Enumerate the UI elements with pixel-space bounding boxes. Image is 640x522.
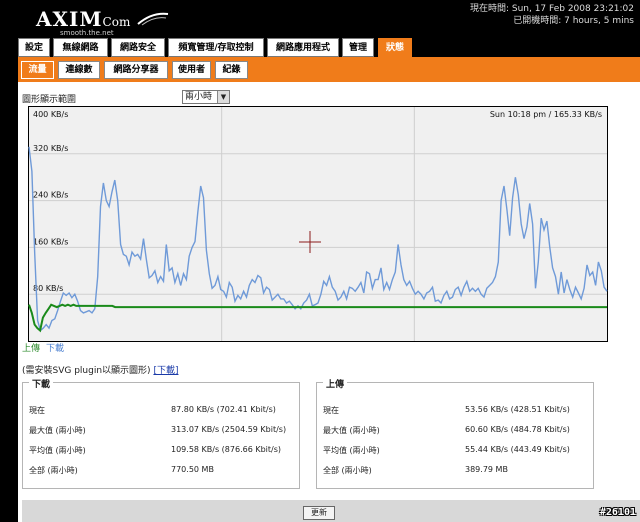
upload-stats-title: 上傳 [323,377,348,390]
display-range-label: 圖形顯示範圍 [22,95,77,105]
chart-tick-label: 240 KB/s [33,191,68,200]
download-max-value: 313.07 KB/s (2504.59 Kbit/s) [171,425,287,434]
download-current-value: 87.80 KB/s (702.41 Kbit/s) [171,405,276,414]
range-select[interactable]: 兩小時 ▼ [182,90,230,104]
swoosh-icon [137,12,169,26]
upload-max-value: 60.60 KB/s (484.78 Kbit/s) [465,425,570,434]
upload-current-label: 現在 [323,406,339,415]
uptime: 已開機時間: 7 hours, 5 mins [513,16,634,26]
svg-plugin-text: (需安裝SVG plugin以顯示圖形) [22,366,154,376]
system-info: 現在時間: Sun, 17 Feb 2008 23:21:02 已開機時間: 7… [470,3,634,27]
legend-upload: 上傳 [22,344,41,354]
upload-total-value: 389.79 MB [465,465,508,474]
download-avg-value: 109.58 KB/s (876.66 Kbit/s) [171,445,281,454]
tab-applications[interactable]: 網路應用程式 [267,38,339,57]
chart-info-text: Sun 10:18 pm / 165.33 KB/s [490,110,602,119]
upload-total-label: 全部 (兩小時) [323,466,372,475]
tab-security[interactable]: 網路安全 [111,38,165,57]
download-current-label: 現在 [29,406,45,415]
brand-name: AXIMCom [36,7,131,31]
traffic-chart: 400 KB/s 320 KB/s 240 KB/s 160 KB/s 80 KB/s S… [28,106,608,342]
svg-plugin-note: (需安裝SVG plugin以顯示圖形) [下載] [22,363,178,376]
chart-tick-label: 160 KB/s [33,237,68,246]
chevron-down-icon[interactable]: ▼ [217,91,229,103]
tab-qos-access[interactable]: 頻寬管理/存取控制 [168,38,264,57]
upload-stats-box: 上傳 現在 53.56 KB/s (428.51 Kbit/s) 最大值 (兩小… [316,377,594,489]
tab-setup[interactable]: 設定 [18,38,50,57]
chart-tick-label: 80 KB/s [33,284,63,293]
chart-tick-label: 320 KB/s [33,144,68,153]
chart-tick-label: 400 KB/s [33,110,68,119]
download-stats-title: 下載 [29,377,54,390]
subtab-connections[interactable]: 連線數 [58,61,100,79]
upload-max-label: 最大值 (兩小時) [323,426,380,435]
brand-logo: AXIMCom smooth.the.net [18,4,358,37]
current-time: 現在時間: Sun, 17 Feb 2008 23:21:02 [469,4,634,14]
subtab-users[interactable]: 使用者 [172,61,211,79]
download-stats-box: 下載 現在 87.80 KB/s (702.41 Kbit/s) 最大值 (兩小… [22,377,300,489]
upload-current-value: 53.56 KB/s (428.51 Kbit/s) [465,405,570,414]
download-total-label: 全部 (兩小時) [29,466,78,475]
plugin-download-link[interactable]: [下載] [153,366,178,376]
chart-legend: 上傳 下載 [22,341,64,354]
download-total-value: 770.50 MB [171,465,214,474]
main-nav: 設定 無線網路 網路安全 頻寬管理/存取控制 網路應用程式 管理 狀態 [18,38,640,57]
subtab-logs[interactable]: 紀錄 [215,61,248,79]
refresh-button[interactable]: 更新 [303,506,335,520]
legend-download: 下載 [46,344,65,354]
sub-nav: 流量 連線數 網路分享器 使用者 紀錄 [18,57,640,82]
upload-avg-value: 55.44 KB/s (443.49 Kbit/s) [465,445,570,454]
upload-avg-label: 平均值 (兩小時) [323,446,380,455]
download-max-label: 最大值 (兩小時) [29,426,86,435]
content-panel: 圖形顯示範圍 兩小時 ▼ 400 KB/s 320 KB/s 240 KB/s 160… [18,82,640,522]
tab-admin[interactable]: 管理 [342,38,374,57]
range-select-value: 兩小時 [185,92,213,102]
footer-bar: 更新 [22,500,640,522]
tab-status[interactable]: 狀態 [378,38,412,57]
download-avg-label: 平均值 (兩小時) [29,446,86,455]
brand-tagline: smooth.the.net [60,29,114,37]
subtab-traffic[interactable]: 流量 [21,61,54,79]
subtab-router[interactable]: 網路分享器 [104,61,168,79]
watermark: #26101 [599,507,636,518]
tab-wireless[interactable]: 無線網路 [53,38,108,57]
